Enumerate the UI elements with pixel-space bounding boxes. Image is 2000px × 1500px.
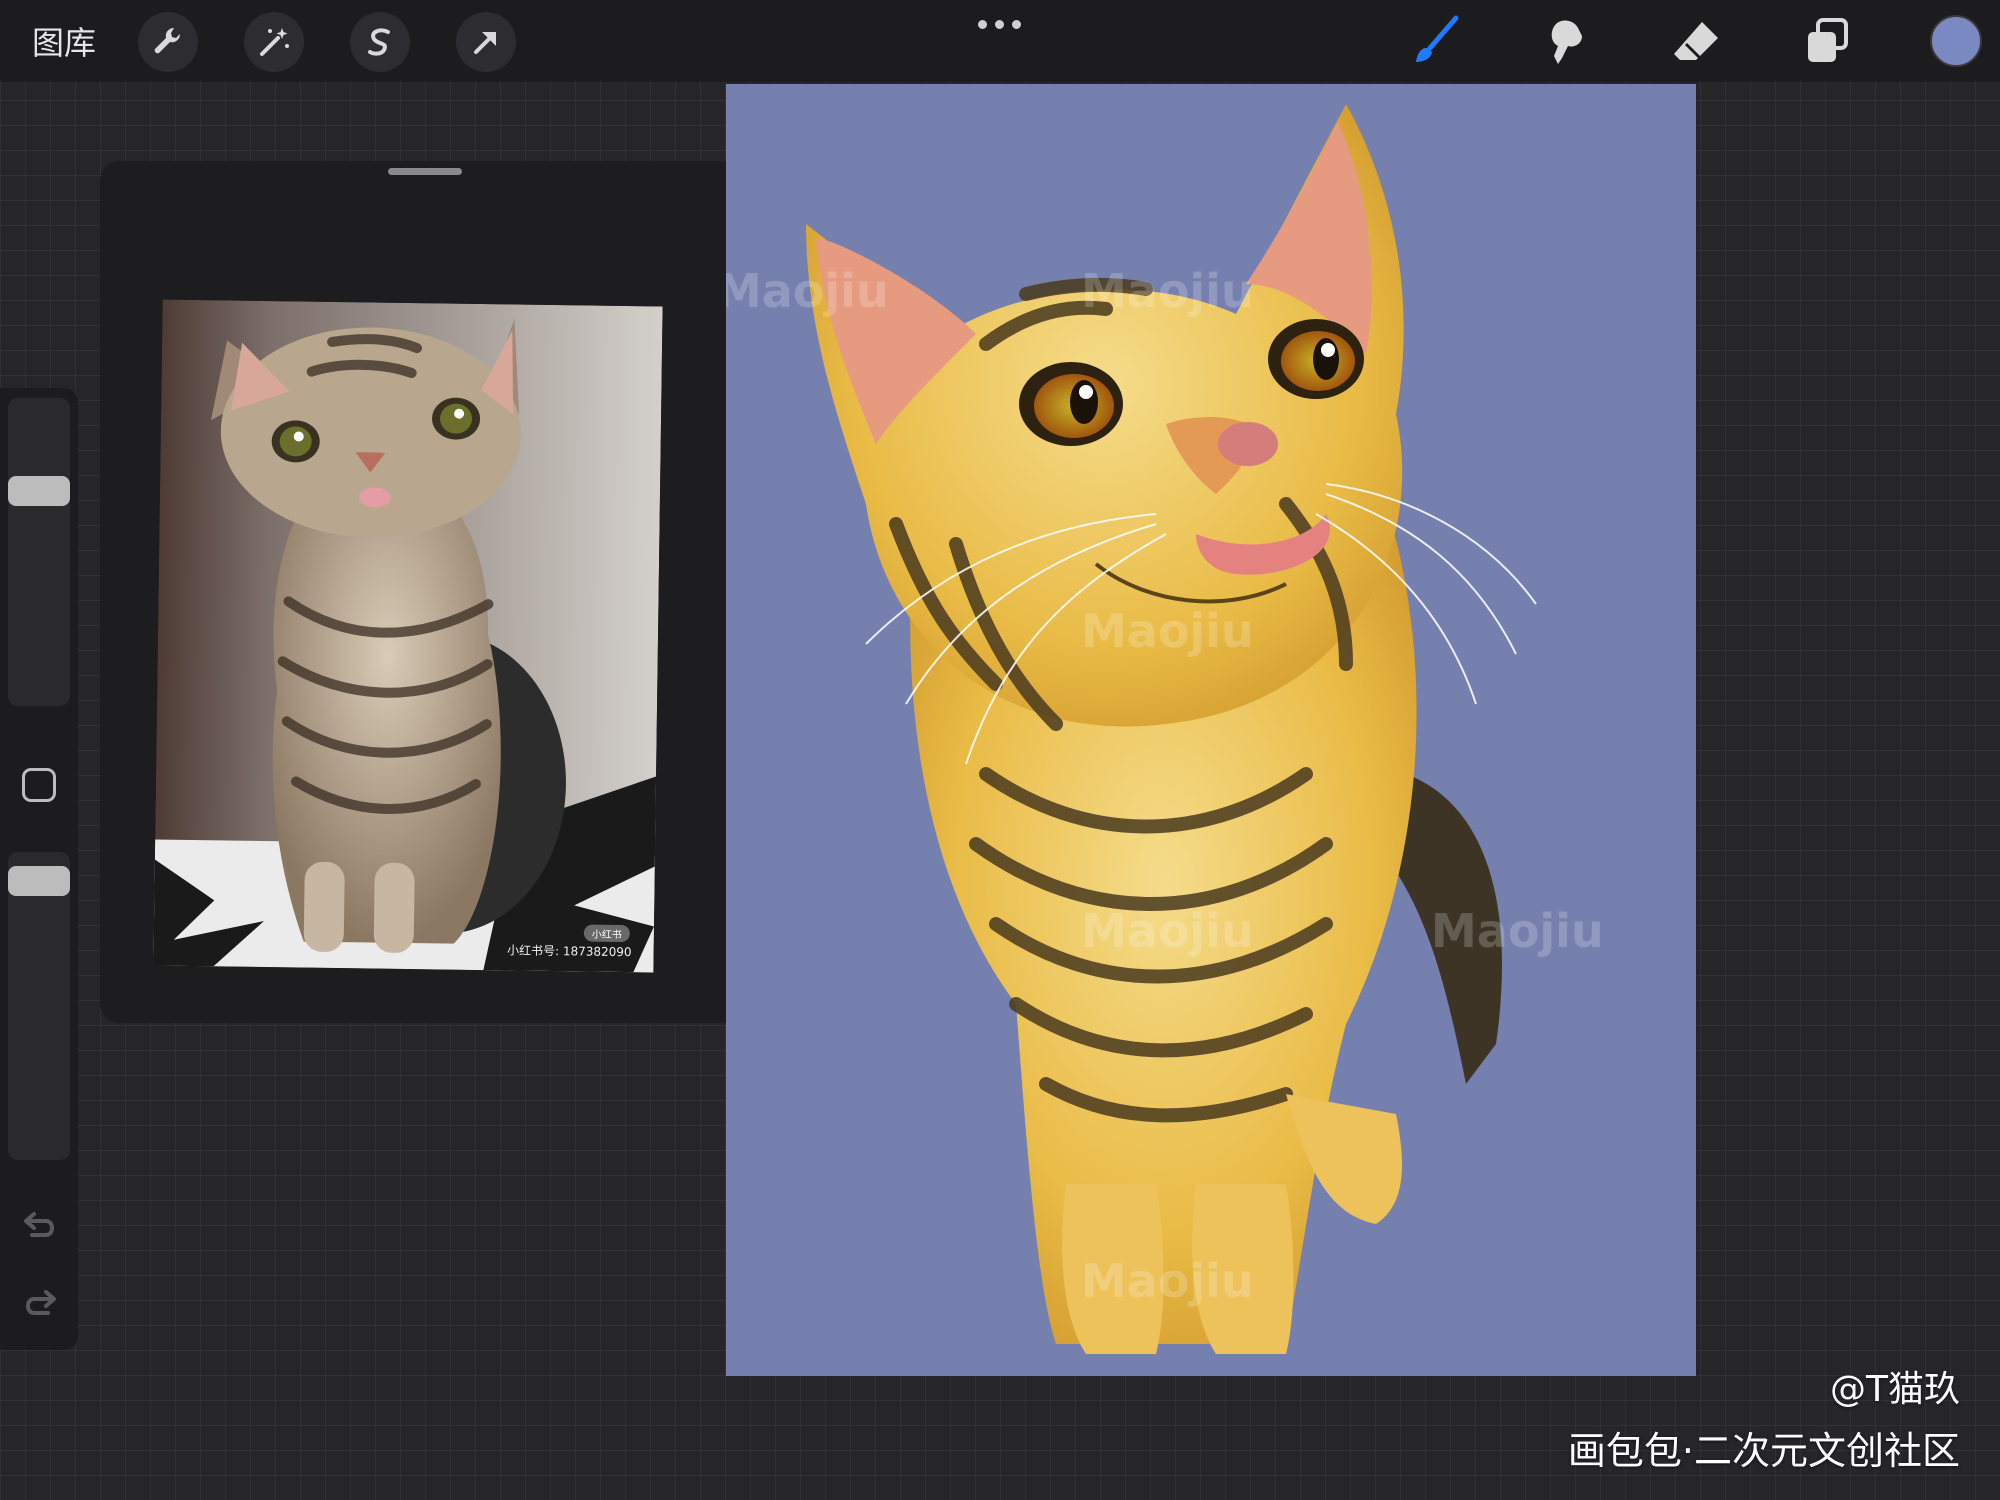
color-picker-button[interactable] [1930,15,1982,67]
wrench-icon [154,27,181,54]
smudge-tool-button[interactable] [1538,14,1594,70]
brush-tool-button[interactable] [1408,14,1464,70]
canvas-watermark: Maojiu [1081,604,1254,658]
canvas-watermark: Maojiu [1081,1254,1254,1308]
transform-button[interactable] [456,12,516,72]
brush-size-slider[interactable] [8,398,70,706]
redo-button[interactable] [20,1286,60,1320]
brush-icon [1416,15,1459,62]
canvas-watermark: Maojiu [1081,904,1254,958]
redo-icon [26,1290,56,1315]
left-sidebar [0,388,78,1350]
canvas-watermark: Maojiu [1431,904,1604,958]
selection-s-icon [368,28,390,56]
transform-arrow-icon [474,32,496,54]
actions-button[interactable] [138,12,198,72]
selection-button[interactable] [350,12,410,72]
top-toolbar: 图库 [0,0,2000,82]
opacity-slider[interactable] [8,852,70,1160]
opacity-handle[interactable] [8,866,70,896]
layers-icon [1808,18,1848,62]
undo-icon [24,1212,54,1237]
magic-wand-icon [260,28,289,56]
drawing-canvas[interactable]: Maojiu Maojiu Maojiu Maojiu Maojiu Maoji… [726,84,1696,1376]
eraser-tool-button[interactable] [1668,14,1724,70]
gallery-button[interactable]: 图库 [32,18,96,64]
layers-button[interactable] [1800,14,1856,70]
modify-button[interactable] [22,768,56,802]
tabby-cat-photo [153,299,663,973]
reference-badge: 小红书 [583,924,630,943]
reference-caption: 小红书号: 187382090 [506,943,632,960]
reference-window-handle[interactable] [388,168,462,175]
smudge-icon [1551,20,1582,64]
site-watermark: 画包包·二次元文创社区 [1567,1429,1960,1473]
reference-photo: 小红书 小红书号: 187382090 [153,299,663,973]
adjustments-button[interactable] [244,12,304,72]
reference-window[interactable]: 小红书 小红书号: 187382090 [100,161,748,1023]
more-options-icon[interactable] [978,20,1022,30]
canvas-watermark: Maojiu [1081,264,1254,318]
canvas-watermark: Maojiu [726,264,889,318]
brush-size-handle[interactable] [8,476,70,506]
eraser-icon [1674,22,1718,60]
undo-button[interactable] [20,1208,60,1242]
author-credit: @T猫玖 [1830,1369,1960,1410]
